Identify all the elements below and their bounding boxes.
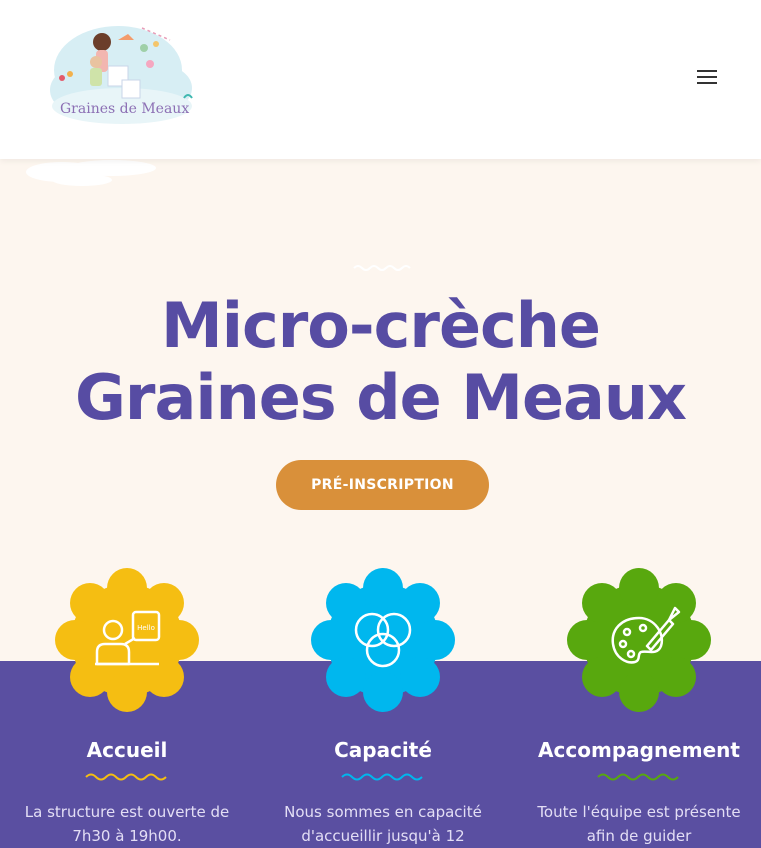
feature-text: La structure est ouverte de 7h30 à 19h00… (24, 803, 230, 845)
wave-divider (353, 265, 411, 271)
feature-wave (85, 773, 167, 781)
pre-registration-button[interactable]: PRÉ-INSCRIPTION (276, 460, 489, 510)
venn-circles-icon (311, 568, 455, 712)
svg-text:Hello: Hello (137, 624, 155, 632)
hero-title: Micro-crèche Graines de Meaux (0, 290, 761, 434)
hamburger-menu-icon[interactable] (697, 70, 721, 88)
hero-title-line1: Micro-crèche (161, 289, 601, 362)
feature-title: Accompagnement (538, 738, 740, 762)
feature-wave (597, 773, 679, 781)
feature-wave (341, 773, 423, 781)
logo-text: Graines de Meaux (60, 101, 190, 117)
feature-text: Nous sommes en capacité d'accueillir jus… (284, 803, 482, 845)
site-header: Graines de Meaux (0, 0, 761, 159)
feature-title: Accueil (86, 738, 168, 762)
feature-title: Capacité (334, 738, 432, 762)
feature-text: Toute l'équipe est présente afin de guid… (537, 803, 741, 845)
cloud-decoration (26, 160, 156, 186)
palette-brush-icon (567, 568, 711, 712)
site-logo[interactable]: Graines de Meaux (46, 14, 198, 130)
hero-title-line2: Graines de Meaux (75, 361, 687, 434)
teacher-hello-icon: Hello (55, 568, 199, 712)
